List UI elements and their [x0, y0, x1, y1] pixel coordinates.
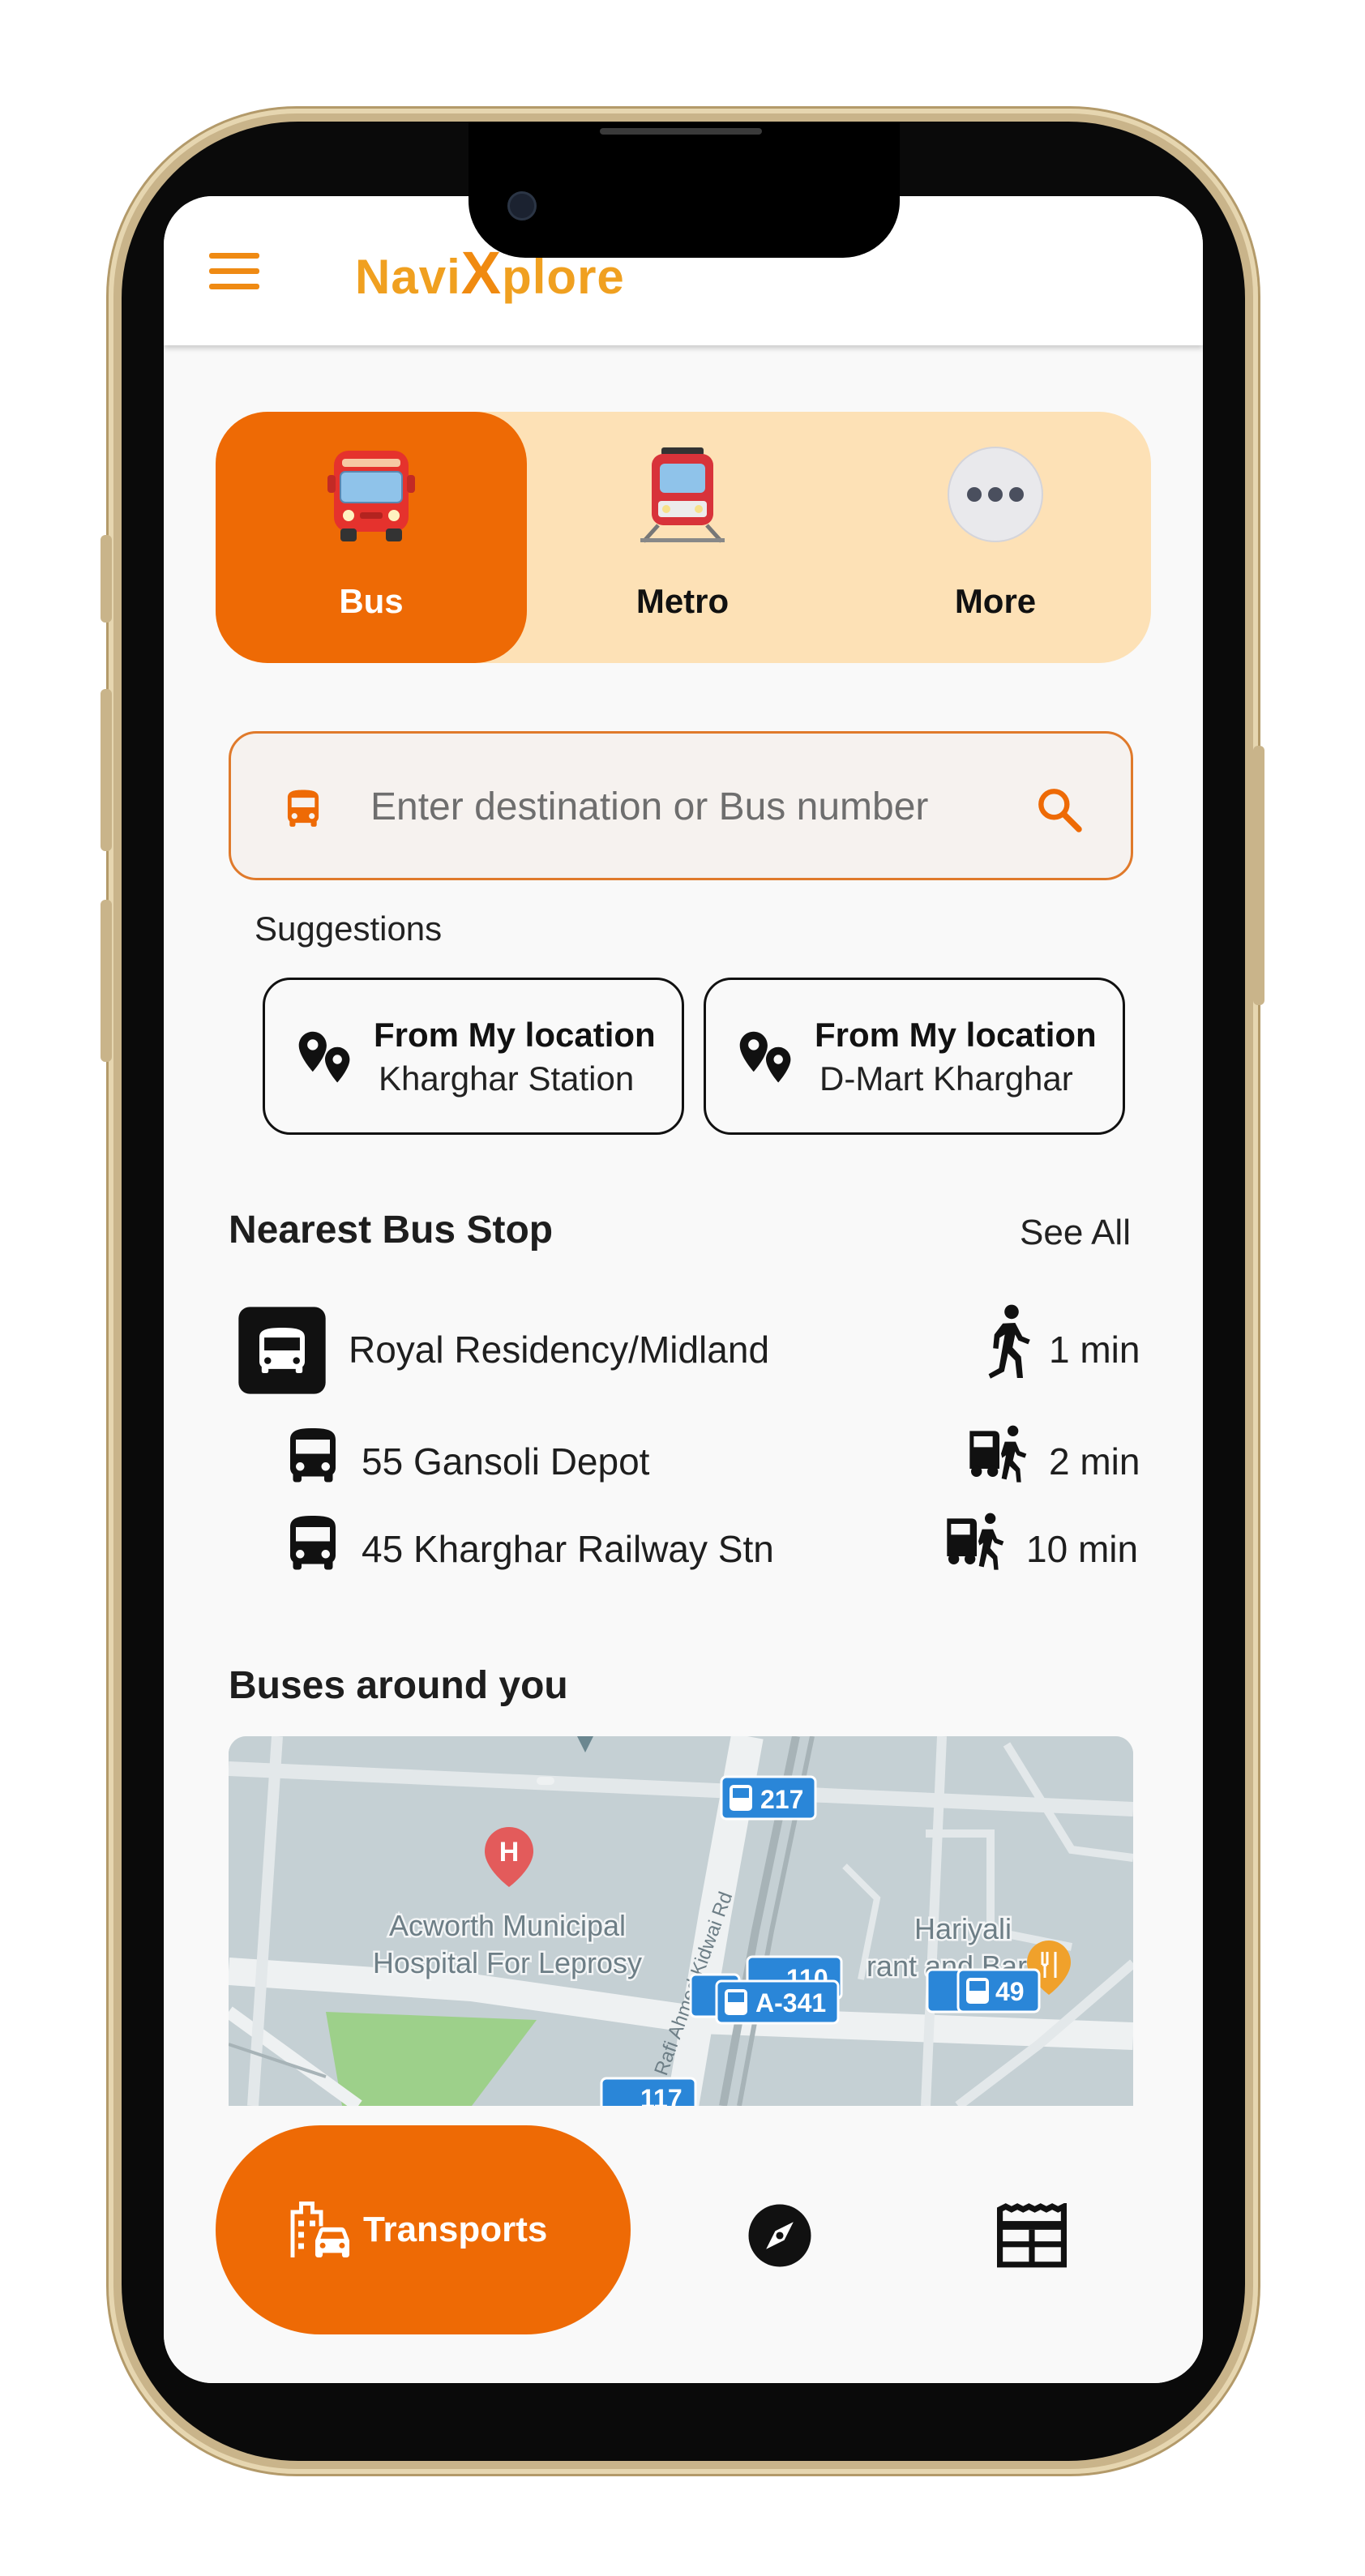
walking-icon [988, 1304, 1030, 1379]
mode-label: Bus [339, 582, 404, 620]
location-pins-icon [739, 1031, 791, 1083]
silent-switch [101, 535, 112, 623]
bus-icon [290, 1428, 336, 1483]
search-icon[interactable] [1033, 784, 1085, 836]
front-camera [507, 191, 537, 220]
mode-label: Metro [635, 582, 730, 620]
more-dots-icon [948, 447, 1043, 542]
volume-down-button [101, 900, 112, 1062]
bus-arriving-icon [947, 1513, 1004, 1570]
newspaper-icon[interactable] [997, 2203, 1067, 2268]
volume-up-button [101, 689, 112, 851]
see-all-link[interactable]: See All [1020, 1213, 1131, 1253]
search-bar [229, 731, 1133, 880]
buses-around-title: Buses around you [229, 1664, 568, 1707]
bus-icon [290, 1516, 336, 1570]
bus-icon [327, 451, 415, 541]
mode-tab-metro[interactable]: Metro [527, 412, 838, 663]
mode-tab-more[interactable]: More [840, 412, 1151, 663]
bus-route-name[interactable]: 55 Gansoli Depot [362, 1440, 649, 1483]
compass-icon[interactable] [746, 2202, 814, 2270]
map-label: Hariyali [914, 1912, 1012, 1945]
location-pins-icon [298, 1031, 350, 1083]
map-label: Hospital For Leprosy [373, 1946, 642, 1979]
svg-text:A-341: A-341 [755, 1988, 826, 2018]
bus-eta: 2 min [1049, 1440, 1140, 1483]
suggestion-chip[interactable]: From My location Kharghar Station [263, 978, 684, 1135]
phone-speaker [600, 128, 762, 135]
mode-tab-bus[interactable]: Bus [216, 412, 527, 663]
mode-label: More [954, 582, 1037, 620]
svg-text:117: 117 [640, 2084, 682, 2106]
svg-text:49: 49 [995, 1977, 1025, 2006]
bus-marker: 217 [720, 1775, 817, 1821]
suggestion-origin: From My location [374, 1016, 656, 1054]
bus-marker: A-341 [715, 1979, 840, 2025]
bus-route-name[interactable]: 45 Kharghar Railway Stn [362, 1527, 774, 1571]
suggestions-title: Suggestions [255, 909, 443, 948]
svg-text:H: H [499, 1837, 520, 1868]
bus-arriving-icon [969, 1425, 1027, 1483]
bus-icon [287, 789, 319, 827]
bus-stop-icon [238, 1307, 326, 1394]
buses-map[interactable]: H Acworth Municipal Hospital For Leprosy… [229, 1736, 1133, 2106]
map-canvas: H Acworth Municipal Hospital For Leprosy… [229, 1736, 1133, 2106]
bus-marker: 49 [956, 1968, 1041, 2013]
metro-train-icon [640, 447, 725, 543]
walk-time: 1 min [1049, 1329, 1140, 1371]
transport-mode-selector: Bus Metro More [216, 412, 1151, 663]
bus-marker: 117 [600, 2077, 697, 2106]
suggestion-destination: Kharghar Station [379, 1059, 635, 1098]
transports-icon [290, 2202, 349, 2257]
bus-eta: 10 min [1026, 1528, 1139, 1570]
bus-stop-name[interactable]: Royal Residency/Midland [349, 1328, 769, 1371]
power-button [1253, 746, 1264, 1005]
suggestion-origin: From My location [815, 1016, 1097, 1054]
suggestion-destination: D-Mart Kharghar [819, 1059, 1073, 1098]
nearest-bus-stop-title: Nearest Bus Stop [229, 1209, 554, 1252]
phone-notch [469, 122, 900, 258]
search-input[interactable] [369, 771, 1004, 842]
nav-transports-label: Transports [363, 2210, 548, 2249]
svg-text:217: 217 [760, 1785, 803, 1814]
map-label: Acworth Municipal [389, 1909, 626, 1942]
menu-icon[interactable] [209, 253, 259, 290]
suggestion-chip[interactable]: From My location D-Mart Kharghar [704, 978, 1125, 1135]
app-screen: NaviXplore Bus Metro More Enter destinat… [164, 196, 1203, 2383]
